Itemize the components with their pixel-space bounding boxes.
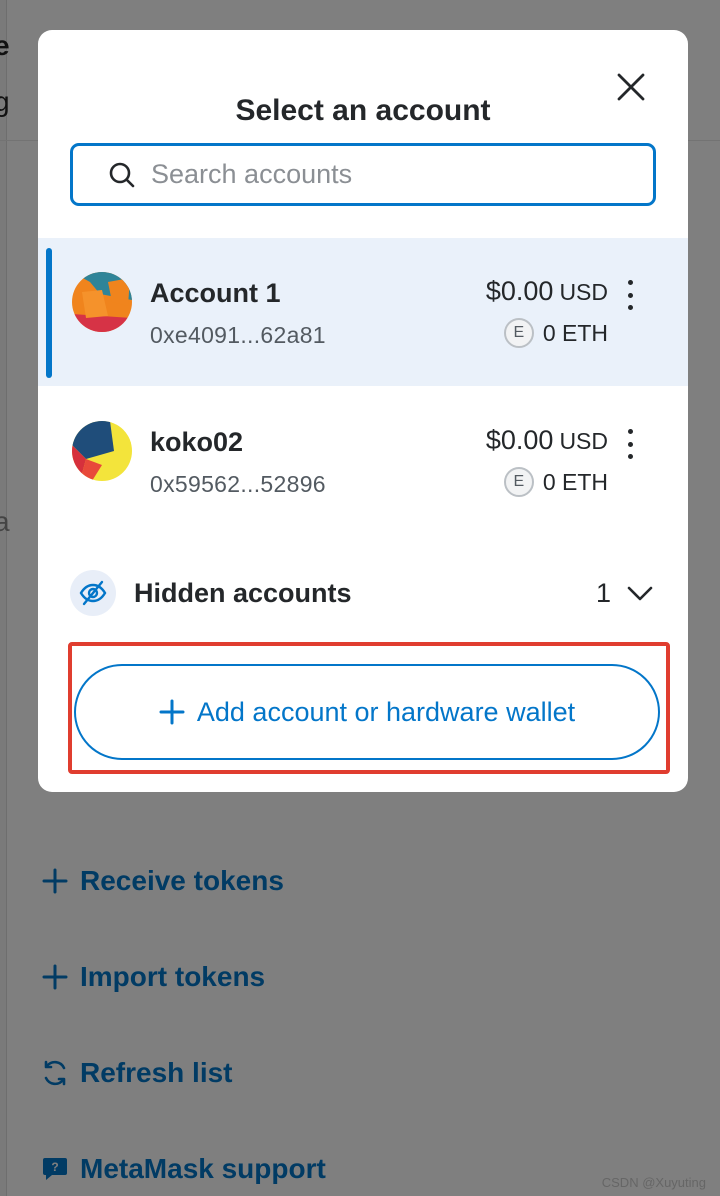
balance-amount: $0.00 [485, 276, 554, 306]
eth-token-icon: E [503, 467, 534, 497]
eth-token-icon: E [503, 318, 534, 348]
search-icon [107, 160, 137, 190]
watermark: CSDN @Xuyuting [601, 1175, 706, 1190]
hidden-accounts-count: 1 [596, 578, 612, 608]
selected-indicator [46, 248, 52, 378]
account-address: 0x59562...52896 [150, 471, 326, 497]
add-account-button[interactable]: Add account or hardware wallet [74, 664, 660, 760]
balance-currency: USD [559, 279, 608, 305]
account-row-account-1[interactable]: Account 1 0xe4091...62a81 $0.00 USD E 0 E… [38, 238, 688, 386]
token-amount: 0 ETH [542, 468, 608, 495]
avatar [72, 421, 132, 481]
account-name: Account 1 [150, 278, 281, 308]
close-button[interactable] [614, 70, 648, 104]
balance-amount: $0.00 [485, 425, 554, 455]
account-options-button[interactable] [622, 429, 638, 459]
search-field[interactable] [70, 143, 656, 206]
token-balance: E 0 ETH [503, 318, 608, 348]
account-address: 0xe4091...62a81 [150, 322, 326, 348]
balance-currency: USD [559, 428, 608, 454]
search-input[interactable] [151, 149, 653, 200]
token-amount: 0 ETH [542, 319, 608, 346]
close-icon [617, 73, 645, 101]
modal-title: Select an account [235, 94, 491, 127]
avatar [72, 272, 132, 332]
chevron-down-icon [626, 582, 654, 604]
account-balance: $0.00 USD [486, 425, 608, 456]
hidden-accounts-label: Hidden accounts [134, 578, 352, 608]
token-balance: E 0 ETH [503, 467, 608, 497]
account-row-koko02[interactable]: koko02 0x59562...52896 $0.00 USD E 0 ETH [38, 387, 688, 535]
plus-icon [159, 699, 185, 725]
account-name: koko02 [150, 427, 244, 457]
highlight-box: Add account or hardware wallet [68, 642, 670, 774]
eye-slash-icon [70, 570, 116, 616]
add-account-label: Add account or hardware wallet [196, 696, 576, 727]
account-balance: $0.00 USD [486, 276, 608, 307]
select-account-modal: Select an account Account 1 0xe4091...62… [38, 30, 688, 792]
hidden-accounts-toggle[interactable]: Hidden accounts 1 [38, 562, 688, 622]
account-options-button[interactable] [622, 280, 638, 310]
